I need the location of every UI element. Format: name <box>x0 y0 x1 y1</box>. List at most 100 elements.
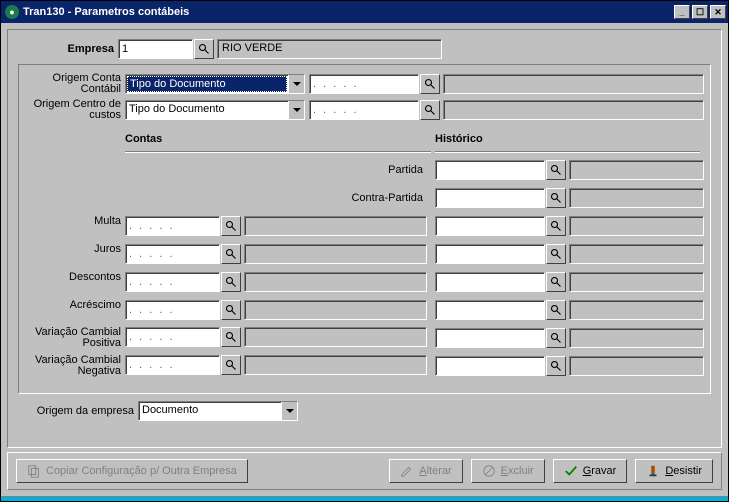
empresa-lookup-button[interactable] <box>194 39 214 59</box>
acrescimo-hist-desc <box>569 300 704 320</box>
titlebar: ● Tran130 - Parametros contábeis _ ☐ ✕ <box>1 1 728 23</box>
contra-partida-desc <box>569 188 704 208</box>
magnifier-icon <box>550 276 562 288</box>
juros-hist-input[interactable] <box>435 244 545 264</box>
var-neg-hist-input[interactable] <box>435 356 545 376</box>
descontos-hist-input[interactable] <box>435 272 545 292</box>
historico-header: Histórico <box>435 131 704 151</box>
acrescimo-desc <box>244 300 427 320</box>
contra-partida-hist-input[interactable] <box>435 188 545 208</box>
var-pos-hist-desc <box>569 328 704 348</box>
descontos-desc <box>244 272 427 292</box>
var-neg-desc <box>244 355 427 375</box>
var-pos-lookup-button[interactable] <box>221 327 241 347</box>
main-panel: Empresa RIO VERDE Origem Conta Contábil … <box>7 29 722 448</box>
origem-conta-combo[interactable]: Tipo do Documento <box>125 74 305 94</box>
var-pos-hist-input[interactable] <box>435 328 545 348</box>
var-neg-lookup-button[interactable] <box>221 355 241 375</box>
multa-code-input[interactable] <box>125 216 220 236</box>
var-pos-hist-lookup-button[interactable] <box>546 328 566 348</box>
origem-empresa-label: Origem da empresa <box>18 406 138 417</box>
excluir-button[interactable]: Excluir <box>471 459 545 483</box>
status-bar <box>1 496 728 501</box>
partida-label: Partida <box>388 165 427 176</box>
origem-centro-label: Origem Centro de custos <box>25 99 125 121</box>
magnifier-icon <box>198 43 210 55</box>
juros-hist-lookup-button[interactable] <box>546 244 566 264</box>
minimize-button[interactable]: _ <box>674 5 690 19</box>
multa-hist-input[interactable] <box>435 216 545 236</box>
chevron-down-icon <box>281 402 297 420</box>
magnifier-icon <box>225 331 237 343</box>
acrescimo-lookup-button[interactable] <box>221 300 241 320</box>
multa-hist-lookup-button[interactable] <box>546 216 566 236</box>
contra-partida-label: Contra-Partida <box>351 193 427 204</box>
var-pos-desc <box>244 327 427 347</box>
maximize-button[interactable]: ☐ <box>692 5 708 19</box>
alterar-button[interactable]: Alterar <box>389 459 462 483</box>
descontos-hist-lookup-button[interactable] <box>546 272 566 292</box>
juros-lookup-button[interactable] <box>221 244 241 264</box>
multa-label: Multa <box>25 216 125 236</box>
var-neg-code-input[interactable] <box>125 355 220 375</box>
var-pos-code-input[interactable] <box>125 327 220 347</box>
descontos-hist-desc <box>569 272 704 292</box>
descontos-code-input[interactable] <box>125 272 220 292</box>
magnifier-icon <box>550 192 562 204</box>
copiar-button[interactable]: Copiar Configuração p/ Outra Empresa <box>16 459 248 483</box>
contas-header: Contas <box>125 131 162 151</box>
magnifier-icon <box>225 220 237 232</box>
close-button[interactable]: ✕ <box>710 5 726 19</box>
origem-conta-code-input[interactable] <box>309 74 419 94</box>
juros-code-input[interactable] <box>125 244 220 264</box>
acrescimo-code-input[interactable] <box>125 300 220 320</box>
origem-conta-label: Origem Conta Contábil <box>25 73 125 95</box>
window: ● Tran130 - Parametros contábeis _ ☐ ✕ E… <box>0 0 729 502</box>
multa-lookup-button[interactable] <box>221 216 241 236</box>
descontos-lookup-button[interactable] <box>221 272 241 292</box>
origem-centro-lookup-button[interactable] <box>420 100 440 120</box>
edit-icon <box>400 464 414 478</box>
magnifier-icon <box>225 276 237 288</box>
origem-conta-lookup-button[interactable] <box>420 74 440 94</box>
button-bar: Copiar Configuração p/ Outra Empresa Alt… <box>7 452 722 490</box>
origem-empresa-combo[interactable]: Documento <box>138 401 298 421</box>
window-title: Tran130 - Parametros contábeis <box>23 6 674 18</box>
magnifier-icon <box>225 304 237 316</box>
gravar-button[interactable]: Gravar <box>553 459 628 483</box>
origem-conta-desc <box>443 74 704 94</box>
contra-partida-lookup-button[interactable] <box>546 188 566 208</box>
magnifier-icon <box>225 248 237 260</box>
juros-hist-desc <box>569 244 704 264</box>
empresa-name-display: RIO VERDE <box>217 39 442 59</box>
multa-desc <box>244 216 427 236</box>
check-icon <box>564 464 578 478</box>
juros-label: Juros <box>25 244 125 264</box>
exit-icon <box>646 464 660 478</box>
var-pos-label: Variação Cambial Positiva <box>25 327 125 349</box>
descontos-label: Descontos <box>25 272 125 292</box>
chevron-down-icon <box>288 101 304 119</box>
juros-desc <box>244 244 427 264</box>
magnifier-icon <box>550 332 562 344</box>
partida-desc <box>569 160 704 180</box>
var-neg-label: Variação Cambial Negativa <box>25 355 125 377</box>
var-neg-hist-desc <box>569 356 704 376</box>
desistir-button[interactable]: Desistir <box>635 459 713 483</box>
partida-lookup-button[interactable] <box>546 160 566 180</box>
acrescimo-hist-input[interactable] <box>435 300 545 320</box>
origem-centro-code-input[interactable] <box>309 100 419 120</box>
acrescimo-label: Acréscimo <box>25 300 125 320</box>
partida-hist-input[interactable] <box>435 160 545 180</box>
magnifier-icon <box>550 164 562 176</box>
magnifier-icon <box>550 220 562 232</box>
magnifier-icon <box>225 359 237 371</box>
origem-centro-combo[interactable]: Tipo do Documento <box>125 100 305 120</box>
acrescimo-hist-lookup-button[interactable] <box>546 300 566 320</box>
multa-hist-desc <box>569 216 704 236</box>
origem-centro-desc <box>443 100 704 120</box>
var-neg-hist-lookup-button[interactable] <box>546 356 566 376</box>
empresa-input[interactable] <box>118 39 193 59</box>
magnifier-icon <box>424 104 436 116</box>
magnifier-icon <box>424 78 436 90</box>
